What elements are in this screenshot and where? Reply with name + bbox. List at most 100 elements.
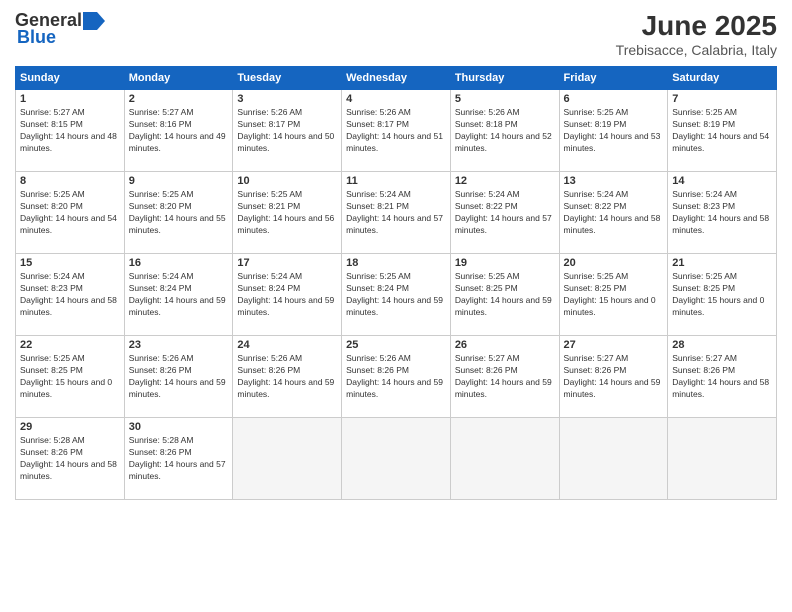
calendar-table: Sunday Monday Tuesday Wednesday Thursday… <box>15 66 777 500</box>
cell-info: Sunrise: 5:26 AM Sunset: 8:26 PM Dayligh… <box>237 353 337 401</box>
table-row: 1 Sunrise: 5:27 AM Sunset: 8:15 PM Dayli… <box>16 90 125 172</box>
cell-info: Sunrise: 5:27 AM Sunset: 8:26 PM Dayligh… <box>672 353 772 401</box>
table-row: 27 Sunrise: 5:27 AM Sunset: 8:26 PM Dayl… <box>559 336 668 418</box>
day-number: 6 <box>564 93 664 105</box>
day-number: 10 <box>237 175 337 187</box>
table-row <box>233 418 342 500</box>
sunset-label: Sunset: 8:26 PM <box>237 365 300 375</box>
cell-info: Sunrise: 5:25 AM Sunset: 8:19 PM Dayligh… <box>564 107 664 155</box>
sunrise-label: Sunrise: 5:24 AM <box>20 271 85 281</box>
sunrise-label: Sunrise: 5:25 AM <box>564 107 629 117</box>
calendar-week-row: 8 Sunrise: 5:25 AM Sunset: 8:20 PM Dayli… <box>16 172 777 254</box>
cell-info: Sunrise: 5:26 AM Sunset: 8:17 PM Dayligh… <box>346 107 446 155</box>
table-row <box>342 418 451 500</box>
table-row: 18 Sunrise: 5:25 AM Sunset: 8:24 PM Dayl… <box>342 254 451 336</box>
table-row: 16 Sunrise: 5:24 AM Sunset: 8:24 PM Dayl… <box>124 254 233 336</box>
table-row: 5 Sunrise: 5:26 AM Sunset: 8:18 PM Dayli… <box>450 90 559 172</box>
day-number: 29 <box>20 421 120 433</box>
day-number: 9 <box>129 175 229 187</box>
day-number: 28 <box>672 339 772 351</box>
day-number: 17 <box>237 257 337 269</box>
table-row: 17 Sunrise: 5:24 AM Sunset: 8:24 PM Dayl… <box>233 254 342 336</box>
sunset-label: Sunset: 8:25 PM <box>564 283 627 293</box>
day-number: 11 <box>346 175 446 187</box>
day-number: 3 <box>237 93 337 105</box>
cell-info: Sunrise: 5:28 AM Sunset: 8:26 PM Dayligh… <box>20 435 120 483</box>
cell-info: Sunrise: 5:27 AM Sunset: 8:26 PM Dayligh… <box>564 353 664 401</box>
sunrise-label: Sunrise: 5:24 AM <box>237 271 302 281</box>
sunrise-label: Sunrise: 5:25 AM <box>455 271 520 281</box>
cell-info: Sunrise: 5:24 AM Sunset: 8:22 PM Dayligh… <box>564 189 664 237</box>
sunrise-label: Sunrise: 5:27 AM <box>564 353 629 363</box>
cell-info: Sunrise: 5:26 AM Sunset: 8:17 PM Dayligh… <box>237 107 337 155</box>
sunset-label: Sunset: 8:19 PM <box>564 119 627 129</box>
sunset-label: Sunset: 8:25 PM <box>20 365 83 375</box>
table-row: 24 Sunrise: 5:26 AM Sunset: 8:26 PM Dayl… <box>233 336 342 418</box>
sunset-label: Sunset: 8:25 PM <box>455 283 518 293</box>
sunrise-label: Sunrise: 5:25 AM <box>20 189 85 199</box>
col-tuesday: Tuesday <box>233 67 342 90</box>
sunset-label: Sunset: 8:26 PM <box>129 365 192 375</box>
daylight-label: Daylight: 14 hours and 49 minutes. <box>129 131 226 153</box>
location: Trebisacce, Calabria, Italy <box>616 42 777 58</box>
table-row: 19 Sunrise: 5:25 AM Sunset: 8:25 PM Dayl… <box>450 254 559 336</box>
cell-info: Sunrise: 5:25 AM Sunset: 8:24 PM Dayligh… <box>346 271 446 319</box>
daylight-label: Daylight: 14 hours and 54 minutes. <box>20 213 117 235</box>
daylight-label: Daylight: 14 hours and 57 minutes. <box>129 459 226 481</box>
sunset-label: Sunset: 8:20 PM <box>129 201 192 211</box>
day-number: 23 <box>129 339 229 351</box>
sunset-label: Sunset: 8:22 PM <box>564 201 627 211</box>
calendar-week-row: 29 Sunrise: 5:28 AM Sunset: 8:26 PM Dayl… <box>16 418 777 500</box>
table-row: 14 Sunrise: 5:24 AM Sunset: 8:23 PM Dayl… <box>668 172 777 254</box>
sunrise-label: Sunrise: 5:26 AM <box>346 353 411 363</box>
sunrise-label: Sunrise: 5:26 AM <box>129 353 194 363</box>
day-number: 1 <box>20 93 120 105</box>
cell-info: Sunrise: 5:24 AM Sunset: 8:24 PM Dayligh… <box>129 271 229 319</box>
sunset-label: Sunset: 8:18 PM <box>455 119 518 129</box>
day-number: 22 <box>20 339 120 351</box>
daylight-label: Daylight: 14 hours and 58 minutes. <box>20 295 117 317</box>
cell-info: Sunrise: 5:24 AM Sunset: 8:23 PM Dayligh… <box>672 189 772 237</box>
logo-flag-icon <box>83 12 105 30</box>
sunrise-label: Sunrise: 5:24 AM <box>672 189 737 199</box>
sunset-label: Sunset: 8:24 PM <box>129 283 192 293</box>
table-row <box>668 418 777 500</box>
calendar-week-row: 1 Sunrise: 5:27 AM Sunset: 8:15 PM Dayli… <box>16 90 777 172</box>
sunrise-label: Sunrise: 5:28 AM <box>129 435 194 445</box>
sunset-label: Sunset: 8:26 PM <box>564 365 627 375</box>
daylight-label: Daylight: 14 hours and 59 minutes. <box>346 377 443 399</box>
sunset-label: Sunset: 8:17 PM <box>237 119 300 129</box>
daylight-label: Daylight: 15 hours and 0 minutes. <box>20 377 112 399</box>
col-friday: Friday <box>559 67 668 90</box>
day-number: 30 <box>129 421 229 433</box>
table-row: 11 Sunrise: 5:24 AM Sunset: 8:21 PM Dayl… <box>342 172 451 254</box>
day-number: 13 <box>564 175 664 187</box>
sunrise-label: Sunrise: 5:25 AM <box>672 107 737 117</box>
col-wednesday: Wednesday <box>342 67 451 90</box>
day-number: 2 <box>129 93 229 105</box>
table-row: 21 Sunrise: 5:25 AM Sunset: 8:25 PM Dayl… <box>668 254 777 336</box>
sunrise-label: Sunrise: 5:27 AM <box>455 353 520 363</box>
cell-info: Sunrise: 5:28 AM Sunset: 8:26 PM Dayligh… <box>129 435 229 483</box>
cell-info: Sunrise: 5:25 AM Sunset: 8:25 PM Dayligh… <box>672 271 772 319</box>
col-saturday: Saturday <box>668 67 777 90</box>
sunset-label: Sunset: 8:24 PM <box>237 283 300 293</box>
daylight-label: Daylight: 14 hours and 59 minutes. <box>237 295 334 317</box>
sunset-label: Sunset: 8:26 PM <box>346 365 409 375</box>
daylight-label: Daylight: 14 hours and 59 minutes. <box>564 377 661 399</box>
sunset-label: Sunset: 8:25 PM <box>672 283 735 293</box>
sunrise-label: Sunrise: 5:26 AM <box>346 107 411 117</box>
sunset-label: Sunset: 8:17 PM <box>346 119 409 129</box>
table-row <box>559 418 668 500</box>
sunrise-label: Sunrise: 5:25 AM <box>237 189 302 199</box>
day-number: 14 <box>672 175 772 187</box>
table-row: 29 Sunrise: 5:28 AM Sunset: 8:26 PM Dayl… <box>16 418 125 500</box>
calendar-week-row: 22 Sunrise: 5:25 AM Sunset: 8:25 PM Dayl… <box>16 336 777 418</box>
daylight-label: Daylight: 15 hours and 0 minutes. <box>564 295 656 317</box>
col-monday: Monday <box>124 67 233 90</box>
cell-info: Sunrise: 5:25 AM Sunset: 8:25 PM Dayligh… <box>564 271 664 319</box>
cell-info: Sunrise: 5:27 AM Sunset: 8:16 PM Dayligh… <box>129 107 229 155</box>
sunrise-label: Sunrise: 5:27 AM <box>129 107 194 117</box>
calendar-header-row: Sunday Monday Tuesday Wednesday Thursday… <box>16 67 777 90</box>
table-row: 2 Sunrise: 5:27 AM Sunset: 8:16 PM Dayli… <box>124 90 233 172</box>
